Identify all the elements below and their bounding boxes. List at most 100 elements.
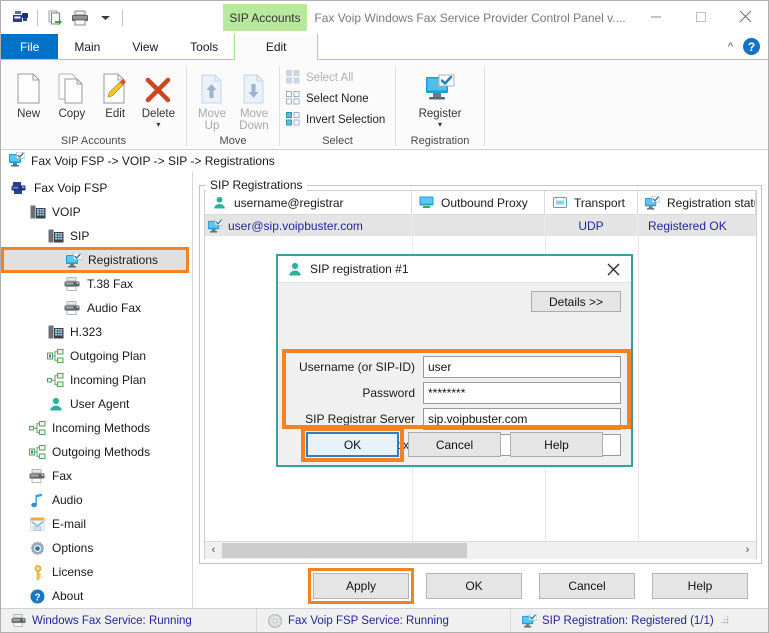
- ribbon-button-register[interactable]: Register ▾: [405, 66, 475, 129]
- dialog-cancel-button[interactable]: Cancel: [408, 432, 501, 457]
- tree-item-fax[interactable]: Fax: [1, 464, 192, 488]
- register-monitor-icon: [424, 70, 456, 104]
- column-header-transport[interactable]: Transport: [545, 191, 638, 214]
- status-text: Fax Voip FSP Service: Running: [288, 614, 449, 627]
- details-button[interactable]: Details >>: [531, 291, 621, 312]
- ribbon-button-select-none[interactable]: Select None: [286, 90, 385, 108]
- gear-icon: [29, 540, 46, 557]
- password-label: Password: [362, 386, 415, 400]
- tree-item-user-agent[interactable]: User Agent: [1, 392, 192, 416]
- tree-item-registrations[interactable]: Registrations: [1, 247, 189, 273]
- tree-item-incoming-methods[interactable]: Incoming Methods: [1, 416, 192, 440]
- column-header-label: Registration status: [667, 195, 755, 210]
- tree-item-label: Audio Fax: [87, 301, 142, 315]
- horizontal-scrollbar[interactable]: ‹ ›: [205, 541, 756, 559]
- chevron-up-icon[interactable]: ^: [728, 41, 733, 53]
- cell-transport: UDP: [545, 215, 638, 236]
- tab-view[interactable]: View: [116, 34, 174, 59]
- tree-item-license[interactable]: License: [1, 560, 192, 584]
- apply-button-label: Apply: [345, 579, 377, 593]
- column-header-outbound-proxy[interactable]: Outbound Proxy: [412, 191, 545, 214]
- customize-dropdown-icon[interactable]: [94, 7, 116, 29]
- incoming-plan-icon: [47, 372, 64, 389]
- column-header-registration-status[interactable]: Registration status: [638, 191, 756, 214]
- tab-file[interactable]: File: [1, 34, 59, 59]
- tab-view-label: View: [132, 39, 159, 54]
- scrollbar-track[interactable]: [222, 541, 739, 559]
- tree-item-label: Outgoing Methods: [52, 445, 151, 459]
- help-icon[interactable]: ?: [743, 38, 760, 55]
- help-button[interactable]: Help: [652, 573, 748, 599]
- contextual-tab-sip-accounts[interactable]: SIP Accounts: [223, 4, 307, 31]
- contextual-tab-label: SIP Accounts: [229, 10, 301, 25]
- username-field[interactable]: user: [423, 356, 621, 378]
- tree-item-audio-fax[interactable]: Audio Fax: [1, 296, 192, 320]
- maximize-button[interactable]: [678, 1, 723, 32]
- ribbon-button-copy[interactable]: Copy: [50, 66, 93, 120]
- close-button[interactable]: [723, 1, 768, 32]
- tab-file-label: File: [20, 39, 40, 54]
- minimize-button[interactable]: [633, 1, 678, 32]
- tab-edit[interactable]: Edit: [234, 34, 319, 60]
- monitor-check-icon: [65, 252, 82, 269]
- tree-item-options[interactable]: Options: [1, 536, 192, 560]
- sip-registrar-server-field[interactable]: sip.voipbuster.com: [423, 408, 621, 430]
- scroll-left-arrow[interactable]: ‹: [205, 541, 222, 559]
- edit-pencil-icon: [102, 70, 129, 104]
- tree-item-email[interactable]: E-mail: [1, 512, 192, 536]
- ribbon-button-select-all[interactable]: Select All: [286, 69, 385, 87]
- ribbon-button-move-up[interactable]: Move Up: [191, 66, 233, 132]
- navigation-tree: Fax Voip FSP VOIP SIP Registrations T.38…: [1, 172, 193, 608]
- print-icon[interactable]: [69, 7, 91, 29]
- ribbon-group-sip-accounts-label: SIP Accounts: [60, 134, 127, 147]
- table-row[interactable]: user@sip.voipbuster.com UDP Registered O…: [205, 215, 756, 236]
- tree-item-h323[interactable]: H.323: [1, 320, 192, 344]
- ribbon-button-select-all-label: Select All: [306, 72, 354, 84]
- ribbon-button-move-down[interactable]: Move Down: [233, 66, 275, 132]
- scrollbar-thumb[interactable]: [222, 542, 467, 558]
- tree-item-incoming-plan[interactable]: Incoming Plan: [1, 368, 192, 392]
- tree-item-about[interactable]: ? About: [1, 584, 192, 608]
- tree-item-sip[interactable]: SIP: [1, 224, 192, 248]
- save-icon[interactable]: [9, 7, 31, 29]
- ribbon-button-delete[interactable]: Delete ▾: [137, 66, 180, 129]
- password-field[interactable]: ********: [423, 382, 621, 404]
- ribbon-group-move-label: Move: [219, 134, 247, 147]
- scroll-right-arrow[interactable]: ›: [739, 541, 756, 559]
- tree-item-label: User Agent: [70, 397, 130, 411]
- tree-item-label: Fax: [52, 469, 73, 483]
- column-header-label: Outbound Proxy: [441, 195, 528, 210]
- tree-item-t38-fax[interactable]: T.38 Fax: [1, 272, 192, 296]
- tree-item-outgoing-plan[interactable]: Outgoing Plan: [1, 344, 192, 368]
- cancel-button[interactable]: Cancel: [539, 573, 635, 599]
- status-text: SIP Registration: Registered (1/1): [542, 614, 714, 627]
- tree-item-voip[interactable]: VOIP: [1, 200, 192, 224]
- chevron-down-icon[interactable]: ▾: [156, 121, 160, 129]
- dialog-ok-button[interactable]: OK: [306, 432, 399, 457]
- username-label: Username (or SIP-ID): [298, 360, 415, 374]
- ribbon-button-invert-selection[interactable]: Invert Selection: [286, 111, 385, 129]
- tree-item-label: License: [52, 565, 94, 579]
- tab-tools[interactable]: Tools: [174, 34, 234, 59]
- audio-note-icon: [29, 492, 46, 509]
- tree-item-audio[interactable]: Audio: [1, 488, 192, 512]
- dialog-help-button[interactable]: Help: [510, 432, 603, 457]
- column-header-username[interactable]: username@registrar: [205, 191, 412, 214]
- new-document-icon[interactable]: [44, 7, 66, 29]
- tree-item-fax-voip-fsp[interactable]: Fax Voip FSP: [1, 176, 192, 200]
- tab-main[interactable]: Main: [58, 34, 116, 59]
- tree-item-outgoing-methods[interactable]: Outgoing Methods: [1, 440, 192, 464]
- application-window: SIP Accounts Fax Voip Windows Fax Servic…: [0, 0, 769, 633]
- apply-button[interactable]: Apply: [313, 573, 409, 599]
- dialog-title-bar: SIP registration #1: [278, 256, 631, 283]
- ribbon-button-move-up-label: Move Up: [197, 108, 227, 132]
- ribbon-button-new[interactable]: New: [7, 66, 50, 120]
- dialog-close-icon[interactable]: [599, 257, 627, 282]
- ok-button[interactable]: OK: [426, 573, 522, 599]
- select-none-icon: [286, 90, 300, 108]
- chevron-down-icon-register[interactable]: ▾: [438, 121, 442, 129]
- listview-header: username@registrar Outbound Proxy Transp…: [205, 191, 756, 215]
- fax-printer-icon: [11, 613, 27, 629]
- resize-grip-icon[interactable]: [719, 614, 732, 627]
- ribbon-button-edit[interactable]: Edit: [94, 66, 137, 120]
